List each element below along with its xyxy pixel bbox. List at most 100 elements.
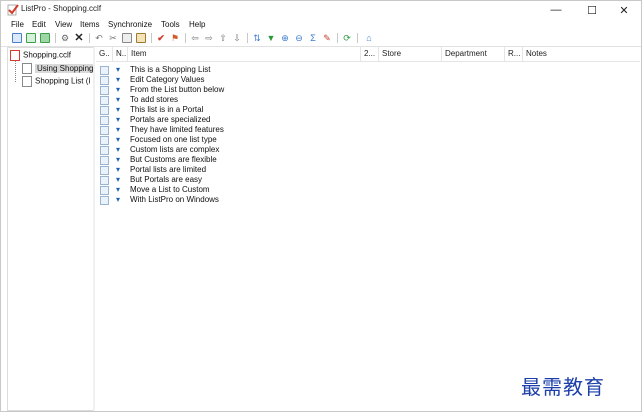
- arrow-down-icon[interactable]: ⇩: [231, 32, 243, 44]
- toolbar-separator: [357, 33, 358, 43]
- list-item[interactable]: ▾ From the List button below: [96, 85, 640, 95]
- minimize-icon: —: [550, 4, 562, 16]
- item-text: They have limited features: [130, 125, 224, 134]
- arrow-right-icon[interactable]: ⇨: [203, 32, 215, 44]
- menu-file[interactable]: File: [11, 20, 24, 29]
- arrow-left-icon[interactable]: ⇦: [189, 32, 201, 44]
- menu-tools[interactable]: Tools: [161, 20, 180, 29]
- col-header-qty[interactable]: 2...: [361, 47, 379, 61]
- close-button[interactable]: ✕: [607, 1, 641, 19]
- item-checkbox[interactable]: [100, 156, 109, 165]
- item-text: But Portals are easy: [130, 175, 203, 184]
- maximize-button[interactable]: ☐: [575, 1, 609, 19]
- arrow-up-icon[interactable]: ⇧: [217, 32, 229, 44]
- list-item[interactable]: ▾ But Customs are flexible: [96, 155, 640, 165]
- zoom-out-icon[interactable]: ⊖: [293, 32, 305, 44]
- toolbar-separator: [185, 33, 186, 43]
- item-text: Portal lists are limited: [130, 165, 207, 174]
- settings-icon[interactable]: ⚙: [59, 32, 71, 44]
- list-item[interactable]: ▾ This list is in a Portal: [96, 105, 640, 115]
- item-checkbox[interactable]: [100, 106, 109, 115]
- menu-view[interactable]: View: [55, 20, 72, 29]
- item-text: Focused on one list type: [130, 135, 217, 144]
- list-item[interactable]: ▾ To add stores: [96, 95, 640, 105]
- col-header-r[interactable]: R...: [505, 47, 523, 61]
- list-item[interactable]: ▾ Portal lists are limited: [96, 165, 640, 175]
- menu-items[interactable]: Items: [80, 20, 100, 29]
- copy-icon[interactable]: [121, 32, 133, 44]
- filter-icon[interactable]: ▼: [265, 32, 277, 44]
- col-header-item[interactable]: Item: [128, 47, 361, 61]
- menu-help[interactable]: Help: [189, 20, 205, 29]
- list-tree-pane[interactable]: Shopping.cclf Using Shopping Shopping Li…: [7, 47, 94, 411]
- item-text: To add stores: [130, 95, 179, 104]
- app-logo-icon: [7, 4, 19, 16]
- item-checkbox[interactable]: [100, 66, 109, 75]
- list-item[interactable]: ▾ This is a Shopping List: [96, 65, 640, 75]
- item-checkbox[interactable]: [100, 136, 109, 145]
- sum-icon[interactable]: Σ: [307, 32, 319, 44]
- menu-synchronize[interactable]: Synchronize: [108, 20, 152, 29]
- open-icon[interactable]: [25, 32, 37, 44]
- app-window: ListPro - Shopping.cclf — ☐ ✕ File Edit …: [0, 0, 642, 412]
- col-header-store[interactable]: Store: [379, 47, 442, 61]
- list-item[interactable]: ▾ Move a List to Custom: [96, 185, 640, 195]
- sort-icon[interactable]: ⇅: [251, 32, 263, 44]
- list-item[interactable]: ▾ They have limited features: [96, 125, 640, 135]
- col-header-notes[interactable]: Notes: [523, 47, 640, 61]
- pin-icon: ▾: [116, 165, 121, 174]
- list-item[interactable]: ▾ But Portals are easy: [96, 175, 640, 185]
- col-header-department[interactable]: Department: [442, 47, 505, 61]
- toolbar-separator: [55, 33, 56, 43]
- pin-icon: ▾: [116, 115, 121, 124]
- item-checkbox[interactable]: [100, 196, 109, 205]
- menu-bar: File Edit View Items Synchronize Tools H…: [1, 19, 641, 31]
- item-checkbox[interactable]: [100, 96, 109, 105]
- col-header-number[interactable]: N..: [113, 47, 128, 61]
- list-item[interactable]: ▾ With ListPro on Windows: [96, 195, 640, 205]
- list-icon: [22, 76, 32, 87]
- item-checkbox[interactable]: [100, 146, 109, 155]
- item-checkbox[interactable]: [100, 116, 109, 125]
- minimize-button[interactable]: —: [539, 1, 573, 19]
- pin-icon: ▾: [116, 185, 121, 194]
- maximize-icon: ☐: [587, 4, 597, 17]
- toolbar: ⚙ ✕ ↶ ✂ ✔ ⚑ ⇦ ⇨ ⇧ ⇩ ⇅ ▼ ⊕ ⊖ Σ ✎ ⟳ ⌂: [1, 31, 641, 47]
- list-item[interactable]: ▾ Custom lists are complex: [96, 145, 640, 155]
- item-checkbox[interactable]: [100, 176, 109, 185]
- item-text: This is a Shopping List: [130, 65, 211, 74]
- menu-edit[interactable]: Edit: [32, 20, 46, 29]
- pin-icon: ▾: [116, 75, 121, 84]
- delete-icon[interactable]: ✕: [73, 32, 85, 44]
- item-checkbox[interactable]: [100, 166, 109, 175]
- list-item[interactable]: ▾ Focused on one list type: [96, 135, 640, 145]
- item-checkbox[interactable]: [100, 186, 109, 195]
- pin-icon[interactable]: ⚑: [169, 32, 181, 44]
- list-item[interactable]: ▾ Edit Category Values: [96, 75, 640, 85]
- home-icon[interactable]: ⌂: [363, 32, 375, 44]
- item-checkbox[interactable]: [100, 126, 109, 135]
- item-list-pane[interactable]: G.. N.. Item 2... Store Department R... …: [96, 47, 640, 411]
- sync-icon[interactable]: ⟳: [341, 32, 353, 44]
- pin-icon: ▾: [116, 125, 121, 134]
- cut-icon[interactable]: ✂: [107, 32, 119, 44]
- item-text: From the List button below: [130, 85, 225, 94]
- watermark: 最需教育: [521, 375, 605, 399]
- tree-root-node[interactable]: Shopping.cclf: [10, 50, 71, 62]
- zoom-in-icon[interactable]: ⊕: [279, 32, 291, 44]
- col-header-group[interactable]: G..: [96, 47, 113, 61]
- check-icon[interactable]: ✔: [155, 32, 167, 44]
- tree-node-shopping-list[interactable]: Shopping List (I: [22, 76, 91, 88]
- item-text: This list is in a Portal: [130, 105, 204, 114]
- item-checkbox[interactable]: [100, 86, 109, 95]
- undo-icon[interactable]: ↶: [93, 32, 105, 44]
- list-item[interactable]: ▾ Portals are specialized: [96, 115, 640, 125]
- save-icon[interactable]: [39, 32, 51, 44]
- paste-icon[interactable]: [135, 32, 147, 44]
- item-checkbox[interactable]: [100, 76, 109, 85]
- edit-icon[interactable]: ✎: [321, 32, 333, 44]
- pane-splitter[interactable]: [93, 47, 95, 411]
- tree-node-using-shopping[interactable]: Using Shopping: [22, 63, 93, 75]
- pin-icon: ▾: [116, 175, 121, 184]
- new-list-icon[interactable]: [11, 32, 23, 44]
